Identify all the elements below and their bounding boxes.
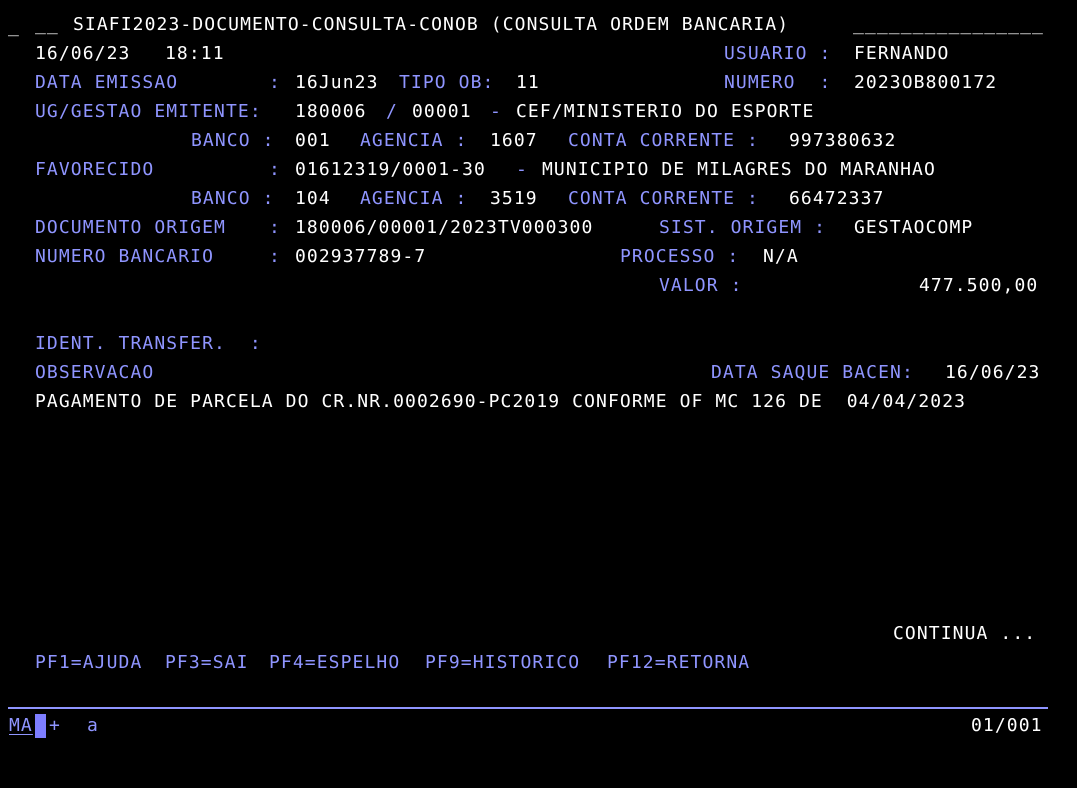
- conta-favorecido: 66472337: [789, 188, 885, 209]
- numero-bancario-label: NUMERO BANCARIO: [35, 246, 215, 267]
- screen-title: SIAFI2023-DOCUMENTO-CONSULTA-CONOB (CONS…: [73, 14, 790, 35]
- favorecido-cnpj: 01612319/0001-30: [295, 159, 486, 180]
- colon: :: [269, 246, 281, 267]
- pf12-retorna-key[interactable]: PF12=RETORNA: [607, 652, 750, 674]
- numero-bancario-value: 002937789-7: [295, 246, 427, 267]
- data-emissao-value: 16Jun23: [295, 72, 379, 93]
- sist-origem-label: SIST. ORIGEM :: [659, 217, 827, 238]
- banco-label: BANCO :: [191, 130, 275, 151]
- pf1-ajuda-key[interactable]: PF1=AJUDA: [35, 652, 142, 674]
- usuario-value: FERNANDO: [854, 43, 950, 64]
- sist-origem-value: GESTAOCOMP: [854, 217, 974, 238]
- conta-corrente-label: CONTA CORRENTE :: [568, 130, 759, 151]
- pf9-historico-key[interactable]: PF9=HISTORICO: [425, 652, 580, 674]
- documento-origem-value: 180006/00001/2023TV000300: [295, 217, 594, 238]
- system-time: 18:11: [165, 43, 225, 64]
- data-saque-bacen-label: DATA SAQUE BACEN:: [711, 362, 914, 383]
- ug-value: 180006: [295, 101, 367, 122]
- status-ma: MA: [9, 715, 33, 736]
- conta-corrente-label: CONTA CORRENTE :: [568, 188, 759, 209]
- agencia-label: AGENCIA :: [360, 188, 468, 209]
- banco-favorecido: 104: [295, 188, 331, 209]
- ug-nome: CEF/MINISTERIO DO ESPORTE: [516, 101, 815, 122]
- title-fill: ________________: [853, 14, 1044, 35]
- system-date: 16/06/23: [35, 43, 131, 64]
- favorecido-label: FAVORECIDO: [35, 159, 155, 180]
- documento-origem-label: DOCUMENTO ORIGEM: [35, 217, 226, 238]
- colon: :: [269, 159, 281, 180]
- cursor-underscore: _: [8, 16, 20, 37]
- numero-label: NUMERO :: [724, 72, 832, 93]
- ident-transfer-label: IDENT. TRANSFER. :: [35, 333, 262, 354]
- favorecido-dash: -: [516, 159, 528, 180]
- cursor-position: 01/001: [971, 715, 1043, 736]
- gestao-value: 00001: [412, 101, 472, 122]
- data-emissao-label: DATA EMISSAO: [35, 72, 179, 93]
- pf4-espelho-key[interactable]: PF4=ESPELHO: [269, 652, 400, 674]
- ug-slash: /: [386, 101, 398, 122]
- command-field[interactable]: __: [35, 14, 59, 36]
- status-separator: [8, 707, 1048, 709]
- favorecido-nome: MUNICIPIO DE MILAGRES DO MARANHAO: [542, 159, 936, 180]
- processo-value: N/A: [763, 246, 799, 267]
- conta-emitente: 997380632: [789, 130, 897, 151]
- numero-value: 2023OB800172: [854, 72, 998, 93]
- agencia-favorecido: 3519: [490, 188, 538, 209]
- usuario-label: USUARIO :: [724, 43, 832, 64]
- observacao-text: PAGAMENTO DE PARCELA DO CR.NR.0002690-PC…: [35, 391, 967, 412]
- banco-label: BANCO :: [191, 188, 275, 209]
- status-a: a: [87, 715, 99, 736]
- processo-label: PROCESSO :: [620, 246, 740, 267]
- pf3-sai-key[interactable]: PF3=SAI: [165, 652, 249, 674]
- valor-value: 477.500,00: [919, 275, 1039, 296]
- colon: :: [269, 217, 281, 238]
- ug-dash: -: [490, 101, 502, 122]
- tipo-ob-value: 11: [516, 72, 540, 93]
- terminal-cursor: [35, 714, 46, 738]
- agencia-label: AGENCIA :: [360, 130, 468, 151]
- tipo-ob-label: TIPO OB:: [399, 72, 495, 93]
- status-plus: +: [49, 715, 61, 736]
- ug-gestao-label: UG/GESTAO EMITENTE:: [35, 101, 262, 122]
- agencia-emitente: 1607: [490, 130, 538, 151]
- data-saque-bacen-value: 16/06/23: [945, 362, 1041, 383]
- continua-indicator: CONTINUA ...: [893, 623, 1037, 644]
- colon: :: [269, 72, 281, 93]
- observacao-label: OBSERVACAO: [35, 362, 155, 383]
- valor-label: VALOR :: [659, 275, 743, 296]
- banco-emitente: 001: [295, 130, 331, 151]
